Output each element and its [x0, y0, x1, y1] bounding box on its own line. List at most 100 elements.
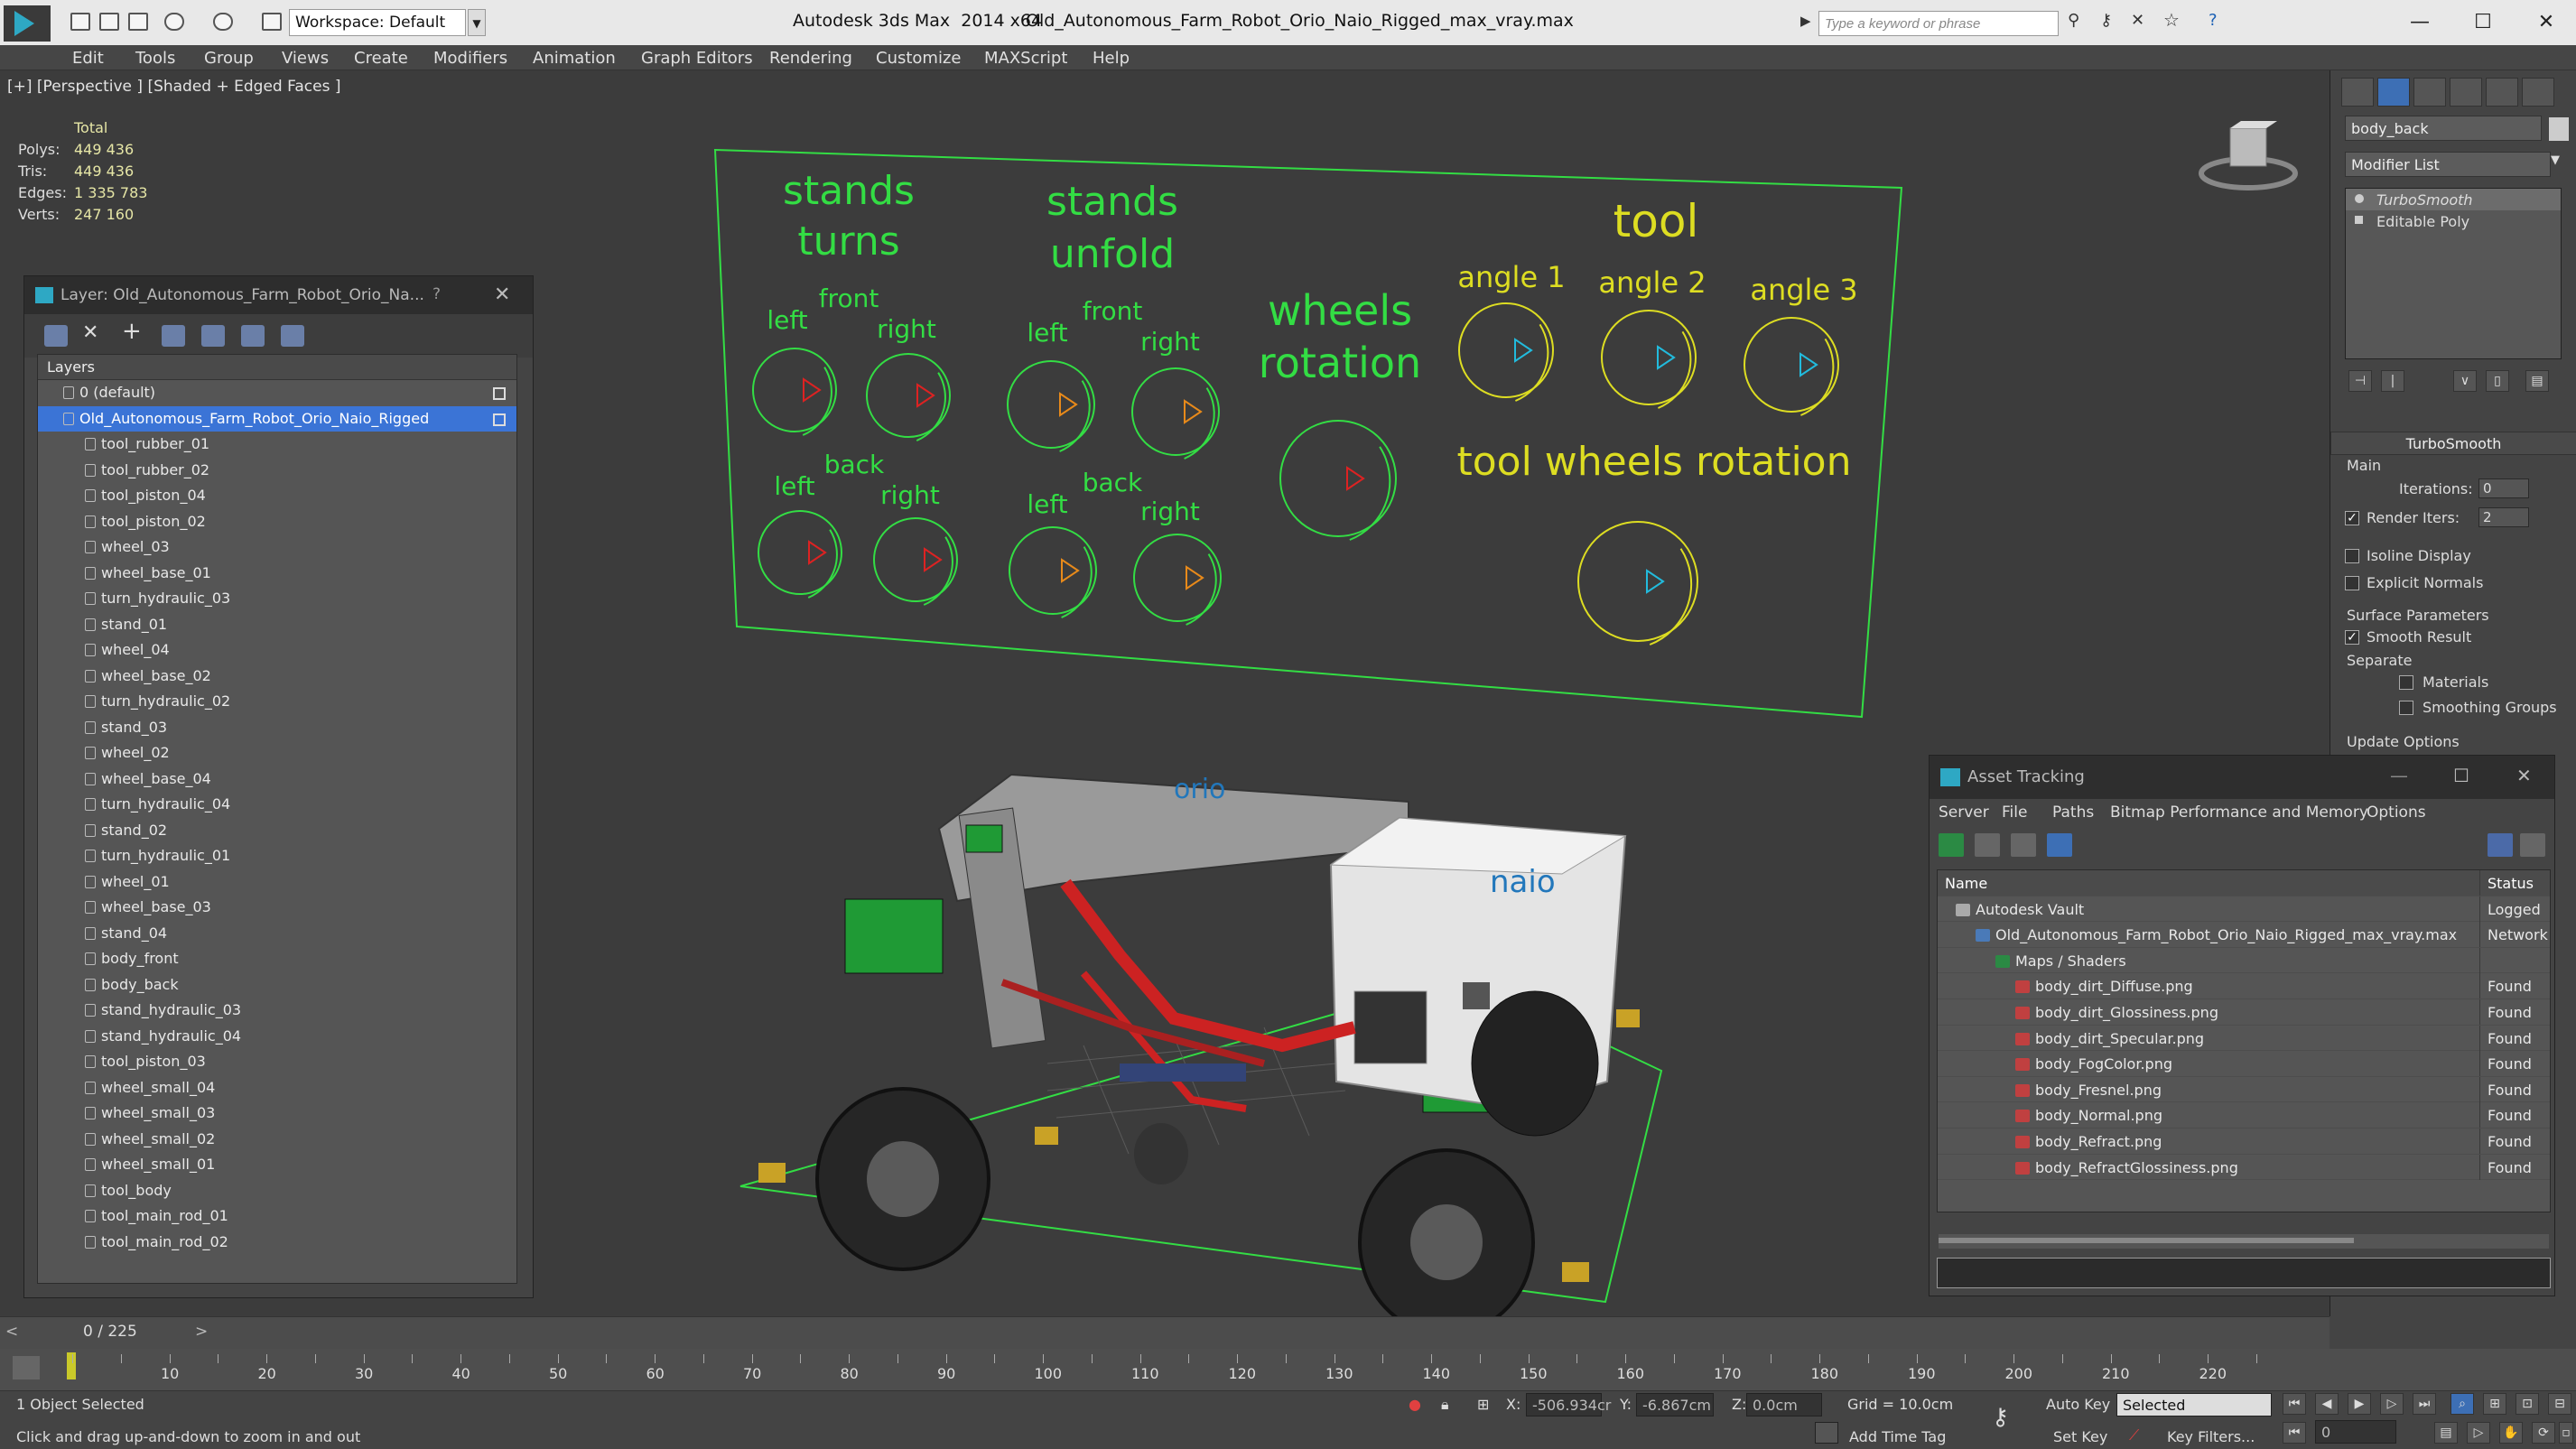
- add-time-tag[interactable]: Add Time Tag: [1849, 1428, 1946, 1445]
- delete-layer-icon[interactable]: ✕: [82, 321, 106, 344]
- render-iters-spinner[interactable]: 2: [2478, 507, 2529, 527]
- motion-tab-icon[interactable]: [2450, 78, 2482, 107]
- menu-rendering[interactable]: Rendering: [769, 49, 852, 68]
- stand-unfold-back-right-control[interactable]: [1133, 534, 1222, 626]
- stand-unfold-front-right-control[interactable]: [1131, 367, 1220, 460]
- project-folder-icon[interactable]: [262, 13, 282, 31]
- play-icon[interactable]: ▶: [2348, 1393, 2371, 1415]
- asset-row[interactable]: Autodesk Vault Logged: [1938, 896, 2550, 923]
- layer-row[interactable]: Old_Autonomous_Farm_Robot_Orio_Naio_Rigg…: [38, 405, 516, 432]
- track-bar[interactable]: 10 20 30 40 50 60 70 80 90 100 110 120 130 140 150 160 1…: [0, 1349, 2576, 1390]
- chevron-right-icon[interactable]: ▶: [1800, 13, 1811, 29]
- menu-views[interactable]: Views: [282, 49, 329, 68]
- time-tag-icon[interactable]: [1815, 1422, 1838, 1444]
- stack-item-editable-poly[interactable]: Editable Poly: [2346, 210, 2561, 232]
- iterations-spinner[interactable]: 0: [2478, 478, 2529, 498]
- tool-angle-2-control[interactable]: [1601, 310, 1697, 409]
- layer-row[interactable]: stand_04: [38, 921, 516, 947]
- layer-row[interactable]: wheel_02: [38, 740, 516, 766]
- menu-tools[interactable]: Tools: [135, 49, 175, 68]
- open-file-icon[interactable]: [99, 13, 119, 31]
- orbit-icon[interactable]: ⟳: [2532, 1422, 2555, 1444]
- asset-row[interactable]: body_dirt_Glossiness.png Found: [1938, 999, 2550, 1026]
- time-marker[interactable]: [67, 1352, 76, 1379]
- layer-row[interactable]: stand_01: [38, 612, 516, 638]
- next-frame-icon[interactable]: >: [195, 1323, 208, 1341]
- key-filters-button[interactable]: Key Filters...: [2167, 1428, 2255, 1445]
- set-key-button[interactable]: Set Key: [2053, 1428, 2107, 1445]
- turbosmooth-rollout-title[interactable]: TurboSmooth: [2330, 432, 2576, 455]
- goto-end-icon[interactable]: ⏭: [2413, 1393, 2436, 1415]
- asset-row[interactable]: body_dirt_Specular.png Found: [1938, 1025, 2550, 1052]
- maximize-icon[interactable]: ☐: [2453, 765, 2469, 786]
- menu-animation[interactable]: Animation: [533, 49, 616, 68]
- x-coordinate-field[interactable]: -506.934cr: [1526, 1393, 1611, 1416]
- transform-mode-icon[interactable]: ⊞: [1477, 1396, 1489, 1413]
- layer-row[interactable]: wheel_03: [38, 534, 516, 561]
- highlight-selected-icon[interactable]: [201, 325, 225, 347]
- wheels-rotation-control[interactable]: [1279, 420, 1397, 541]
- exchange-icon[interactable]: ✕: [2131, 11, 2151, 30]
- materials-checkbox[interactable]: [2399, 675, 2413, 690]
- tool-wheels-rotation-control[interactable]: [1577, 521, 1698, 646]
- isolate-icon[interactable]: ●: [1409, 1396, 1421, 1413]
- new-layer-icon[interactable]: [44, 325, 68, 347]
- layer-row[interactable]: wheel_04: [38, 637, 516, 664]
- column-status[interactable]: Status: [2479, 870, 2550, 896]
- y-coordinate-field[interactable]: -6.867cm: [1636, 1393, 1714, 1416]
- menu-graph-editors[interactable]: Graph Editors: [641, 49, 753, 68]
- isoline-checkbox[interactable]: [2345, 549, 2359, 563]
- explicit-normals-checkbox[interactable]: [2345, 576, 2359, 590]
- asset-row[interactable]: Old_Autonomous_Farm_Robot_Orio_Naio_Rigg…: [1938, 922, 2550, 948]
- workspace-dropdown[interactable]: Workspace: Default: [289, 9, 466, 36]
- hierarchy-tab-icon[interactable]: [2413, 78, 2446, 107]
- close-button[interactable]: ✕: [2519, 5, 2573, 40]
- stand-turn-front-left-control[interactable]: [752, 348, 837, 436]
- layer-row[interactable]: tool_piston_04: [38, 483, 516, 509]
- time-slider[interactable]: < 0 / 225 >: [0, 1316, 2330, 1349]
- help-icon[interactable]: [2520, 833, 2545, 857]
- undo-icon[interactable]: [164, 13, 184, 31]
- stand-unfold-back-left-control[interactable]: [1009, 526, 1097, 618]
- lightbulb-icon[interactable]: [2355, 194, 2364, 203]
- asset-row[interactable]: body_RefractGlossiness.png Found: [1938, 1154, 2550, 1181]
- menu-modifiers[interactable]: Modifiers: [433, 49, 507, 68]
- layer-row[interactable]: tool_piston_03: [38, 1049, 516, 1075]
- layer-row[interactable]: turn_hydraulic_01: [38, 843, 516, 869]
- pin-stack-icon[interactable]: ⊣: [2348, 370, 2372, 392]
- app-logo-icon[interactable]: [4, 5, 51, 42]
- layer-row[interactable]: stand_02: [38, 818, 516, 844]
- hide-toggle-icon[interactable]: [493, 413, 506, 426]
- utilities-tab-icon[interactable]: [2522, 78, 2554, 107]
- layer-row[interactable]: stand_03: [38, 715, 516, 741]
- menu-create[interactable]: Create: [354, 49, 408, 68]
- stack-item-turbosmooth[interactable]: TurboSmooth: [2346, 189, 2561, 210]
- layer-row[interactable]: wheel_small_01: [38, 1152, 516, 1178]
- next-key-icon[interactable]: ▷: [2380, 1393, 2404, 1415]
- object-color-swatch[interactable]: [2549, 117, 2569, 141]
- modifier-list-dropdown[interactable]: Modifier List: [2345, 152, 2551, 177]
- zoom-extents-icon[interactable]: ⊡: [2516, 1393, 2539, 1415]
- time-config-icon[interactable]: ▤: [2434, 1422, 2458, 1444]
- stand-turn-front-right-control[interactable]: [866, 353, 951, 441]
- mini-curve-editor-icon[interactable]: [13, 1356, 40, 1379]
- redo-icon[interactable]: [213, 13, 233, 31]
- save-file-icon[interactable]: [128, 13, 148, 31]
- maximize-viewport-icon[interactable]: ▫: [2559, 1422, 2573, 1444]
- asset-table[interactable]: Name Status Autodesk Vault Logged Old_Auto…: [1937, 869, 2551, 1212]
- menu-edit[interactable]: Edit: [72, 49, 104, 68]
- layer-row[interactable]: tool_rubber_02: [38, 458, 516, 484]
- layer-row[interactable]: tool_main_rod_01: [38, 1203, 516, 1230]
- key-set-dropdown[interactable]: Selected: [2116, 1393, 2272, 1416]
- hide-toggle-icon[interactable]: [493, 387, 506, 400]
- key-icon[interactable]: ⚷: [2100, 11, 2120, 30]
- asset-menu-server[interactable]: Server: [1939, 803, 1989, 822]
- layer-list[interactable]: Layers 0 (default) Old_Autonomous_Farm_Ro…: [37, 354, 517, 1284]
- asset-scrollbar[interactable]: [1939, 1234, 2549, 1249]
- asset-titlebar[interactable]: Asset Tracking — ☐ ✕: [1930, 756, 2554, 799]
- asset-row[interactable]: body_dirt_Diffuse.png Found: [1938, 973, 2550, 999]
- select-objects-icon[interactable]: [162, 325, 185, 347]
- thumbnail-view-icon[interactable]: [2011, 833, 2036, 857]
- modifier-stack[interactable]: TurboSmooth Editable Poly: [2345, 188, 2562, 359]
- asset-menu-bitmap[interactable]: Bitmap Performance and Memory: [2110, 803, 2368, 822]
